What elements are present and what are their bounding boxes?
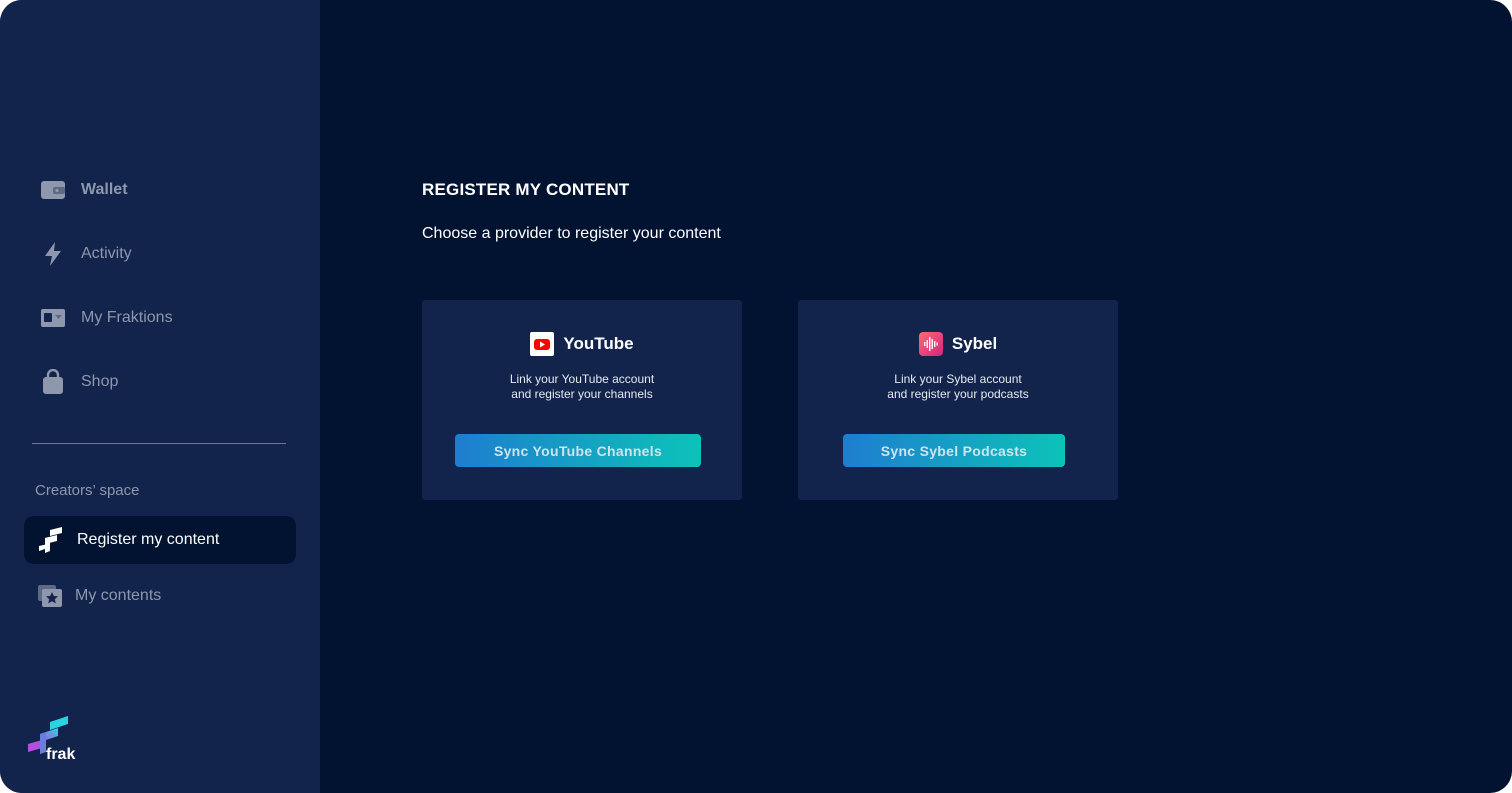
wallet-icon (38, 175, 68, 205)
sidebar-item-label: Wallet (81, 181, 128, 198)
description-line: Link your Sybel account (894, 372, 1022, 386)
sybel-icon (918, 332, 943, 356)
sync-youtube-channels-button[interactable]: Sync YouTube Channels (455, 434, 701, 467)
page-title: REGISTER MY CONTENT (422, 180, 630, 199)
provider-header: YouTube (422, 332, 742, 356)
frak-logo-text: frak (46, 746, 76, 763)
sidebar-item-my-fraktions[interactable]: My Fraktions (24, 294, 296, 342)
frak-icon (36, 525, 66, 555)
fraktions-icon (38, 303, 68, 333)
description-line: and register your podcasts (887, 387, 1029, 401)
sidebar: Wallet Activity My Fraktions Shop Creato… (0, 0, 320, 793)
section-title-creators-space: Creators’ space (35, 482, 140, 499)
sidebar-item-register-my-content[interactable]: Register my content (24, 516, 296, 564)
star-collection-icon (35, 581, 65, 611)
provider-description: Link your Sybel account and register you… (798, 372, 1118, 402)
sidebar-item-label: Activity (81, 245, 132, 262)
provider-description: Link your YouTube account and register y… (422, 372, 742, 402)
bolt-icon (38, 239, 68, 269)
provider-name: YouTube (563, 334, 634, 353)
description-line: and register your channels (511, 387, 653, 401)
page-subtitle: Choose a provider to register your conte… (422, 225, 721, 242)
sidebar-item-activity[interactable]: Activity (24, 230, 296, 278)
youtube-icon (530, 332, 555, 356)
sidebar-divider (32, 443, 286, 444)
shopping-bag-icon (38, 367, 68, 397)
sidebar-item-label: My contents (75, 587, 162, 604)
sidebar-item-label: My Fraktions (81, 309, 173, 326)
sidebar-item-label: Register my content (77, 531, 220, 548)
provider-card-youtube: YouTube Link your YouTube account and re… (422, 300, 742, 500)
provider-header: Sybel (798, 332, 1118, 356)
provider-card-sybel: Sybel Link your Sybel account and regist… (798, 300, 1118, 500)
provider-name: Sybel (951, 334, 998, 353)
app-window: Wallet Activity My Fraktions Shop Creato… (0, 0, 1512, 793)
sidebar-item-my-contents[interactable]: My contents (24, 572, 296, 620)
sidebar-item-wallet[interactable]: Wallet (24, 166, 296, 214)
sidebar-item-shop[interactable]: Shop (24, 358, 296, 406)
sidebar-item-label: Shop (81, 373, 119, 390)
sync-sybel-podcasts-button[interactable]: Sync Sybel Podcasts (843, 434, 1065, 467)
description-line: Link your YouTube account (509, 372, 655, 386)
